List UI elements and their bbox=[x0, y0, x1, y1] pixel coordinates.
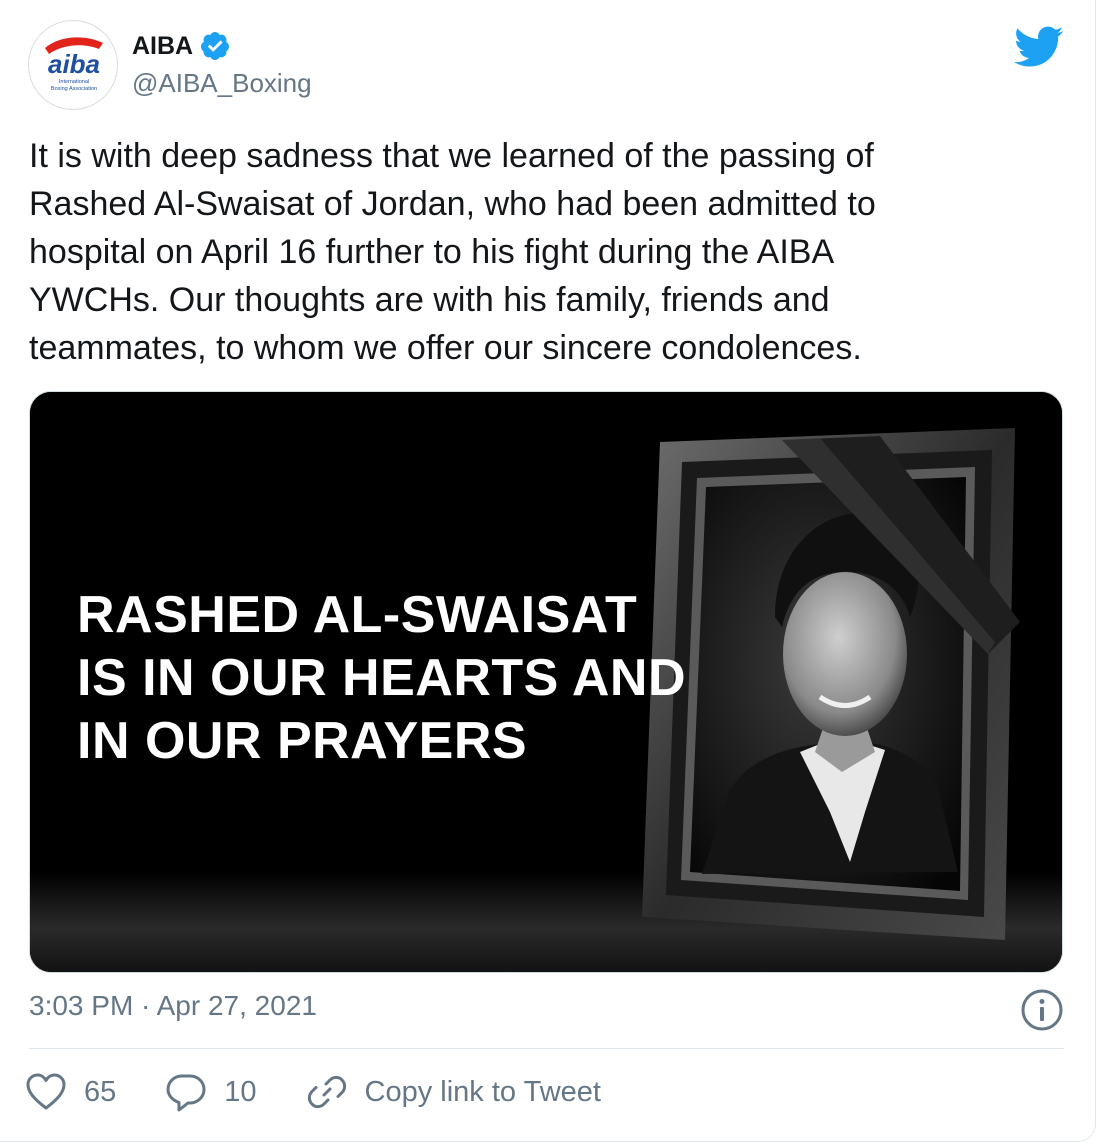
like-count: 65 bbox=[84, 1075, 117, 1108]
svg-text:Boxing Association: Boxing Association bbox=[51, 86, 97, 92]
heart-icon bbox=[26, 1073, 66, 1110]
svg-text:aiba: aiba bbox=[48, 49, 100, 79]
display-name[interactable]: AIBA bbox=[132, 32, 193, 61]
author-name[interactable]: AIBA bbox=[132, 30, 231, 62]
like-button[interactable]: 65 bbox=[24, 1070, 116, 1114]
divider bbox=[29, 1048, 1064, 1049]
info-icon[interactable] bbox=[1020, 988, 1064, 1032]
tweet-actions: 65 10 Copy link to Tweet bbox=[24, 1066, 649, 1118]
twitter-bird-icon[interactable] bbox=[1014, 24, 1064, 68]
tweet-card: aiba International Boxing Association AI… bbox=[0, 0, 1096, 1142]
caption-line: IN OUR PRAYERS bbox=[77, 712, 528, 770]
caption-line: IS IN OUR HEARTS AND bbox=[77, 649, 686, 707]
author-avatar[interactable]: aiba International Boxing Association bbox=[28, 20, 118, 110]
reply-count: 10 bbox=[224, 1075, 257, 1108]
memorial-caption: RASHED AL-SWAISAT IS IN OUR HEARTS AND I… bbox=[77, 584, 717, 773]
reply-button[interactable]: 10 bbox=[164, 1070, 257, 1114]
verified-badge-icon bbox=[201, 32, 230, 60]
tweet-image[interactable]: RASHED AL-SWAISAT IS IN OUR HEARTS AND I… bbox=[29, 391, 1063, 973]
aiba-logo: aiba International Boxing Association bbox=[45, 37, 103, 92]
reply-bubble-icon bbox=[166, 1074, 206, 1112]
copy-link-label: Copy link to Tweet bbox=[364, 1075, 601, 1108]
author-handle[interactable]: @AIBA_Boxing bbox=[132, 68, 312, 99]
svg-text:International: International bbox=[59, 79, 89, 85]
caption-line: RASHED AL-SWAISAT bbox=[77, 586, 638, 644]
copy-link-button[interactable]: Copy link to Tweet bbox=[305, 1070, 601, 1114]
tweet-text: It is with deep sadness that we learned … bbox=[29, 137, 876, 367]
link-icon bbox=[307, 1075, 346, 1109]
tweet-timestamp[interactable]: 3:03 PM · Apr 27, 2021 bbox=[29, 990, 317, 1022]
